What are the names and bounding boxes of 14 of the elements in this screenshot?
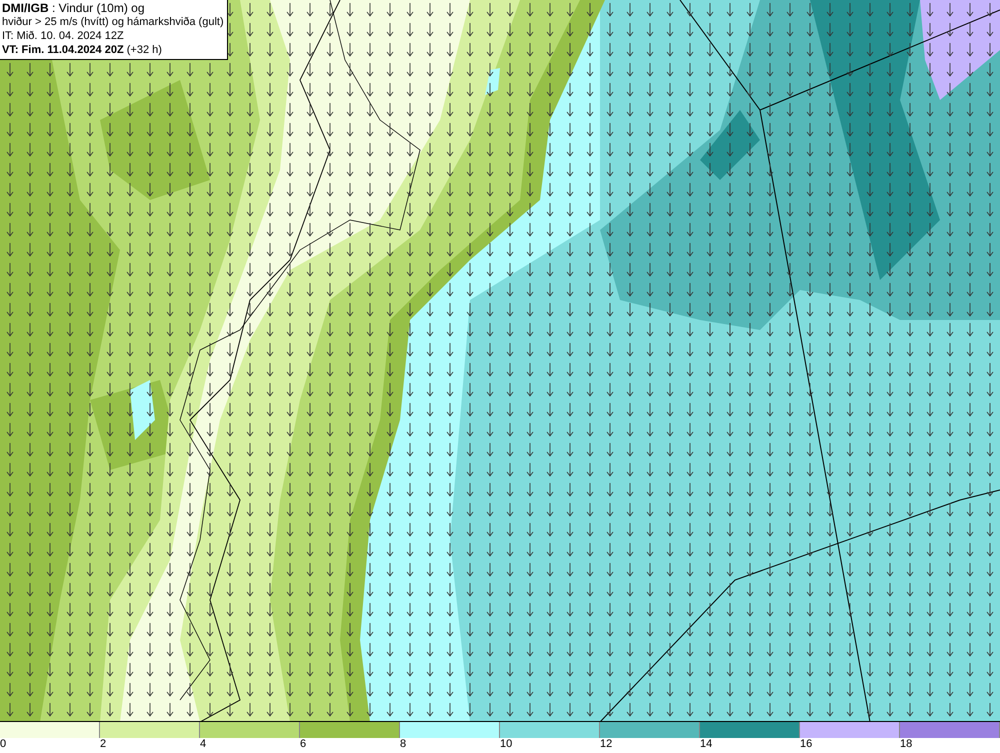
- legend-tick-label: 18: [900, 738, 912, 752]
- legend-tick-label: 0: [0, 738, 6, 752]
- legend-tick-label: 10: [500, 738, 512, 752]
- legend-tick-label: 6: [300, 738, 306, 752]
- legend-tick-label: 12: [600, 738, 612, 752]
- legend-tick-label: 14: [700, 738, 712, 752]
- title-line: VT: Fim. 11.04.2024 20Z (+32 h): [2, 43, 163, 57]
- title-line: IT: Mið. 10. 04. 2024 12Z: [2, 29, 125, 43]
- title-line: hviður > 25 m/s (hvítt) og hámarkshviða (gult): [2, 15, 224, 29]
- legend-tick-label: 4: [200, 738, 206, 752]
- title-line: DMI/IGB : Vindur (10m) og: [2, 1, 146, 15]
- legend-tick-label: 2: [100, 738, 106, 752]
- legend-tick-label: 8: [400, 738, 406, 752]
- legend-tick-label: 16: [800, 738, 812, 752]
